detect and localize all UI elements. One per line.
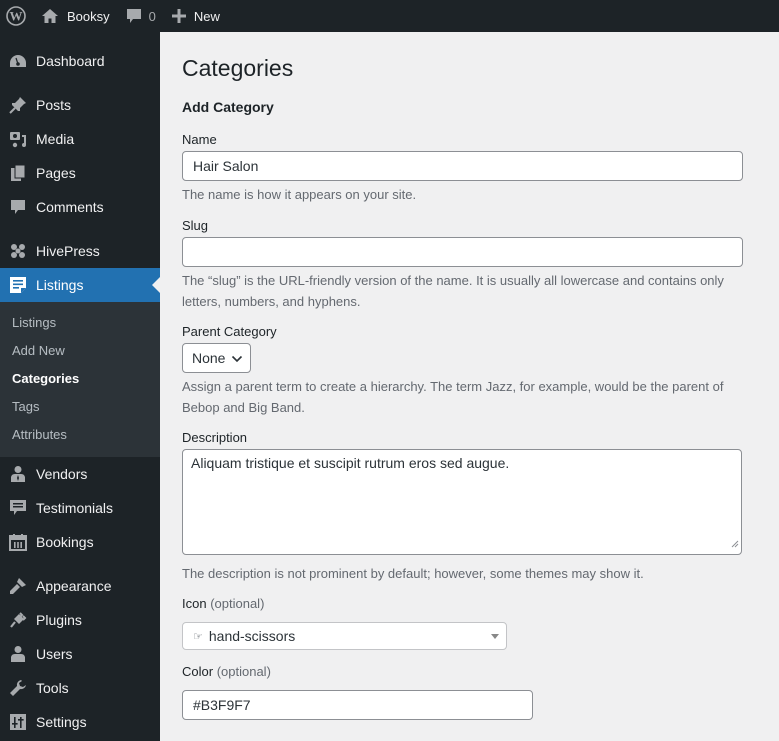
sidebar-item-listings[interactable]: Listings: [0, 268, 160, 302]
description-label: Description: [182, 430, 248, 445]
submenu-item-attributes[interactable]: Attributes: [0, 421, 160, 449]
parent-category-field-group: Parent Category None Assign a parent ter…: [182, 324, 779, 418]
color-input[interactable]: #B3F9F7: [182, 690, 533, 720]
wordpress-logo-icon: W: [6, 6, 26, 26]
submenu-item-tags[interactable]: Tags: [0, 393, 160, 421]
name-label: Name: [182, 132, 217, 147]
main-content: Categories Add Category Name Hair Salon …: [160, 32, 779, 741]
settings-sliders-icon: [8, 712, 28, 732]
description-help: The description is not prominent by defa…: [182, 566, 644, 581]
icon-label: Icon (optional): [182, 596, 265, 611]
listings-submenu: Listings Add New Categories Tags Attribu…: [0, 302, 160, 457]
color-label: Color (optional): [182, 664, 271, 679]
slug-field-group: Slug The “slug” is the URL-friendly vers…: [182, 218, 779, 312]
users-icon: [8, 644, 28, 664]
sidebar-item-comments[interactable]: Comments: [0, 190, 160, 224]
sidebar-item-label: Listings: [36, 277, 84, 293]
svg-text:W: W: [10, 9, 23, 24]
current-menu-arrow: [152, 277, 160, 293]
hand-scissors-icon: ☞: [193, 630, 203, 643]
sidebar-item-posts[interactable]: Posts: [0, 88, 160, 122]
sidebar-item-label: Vendors: [36, 466, 88, 482]
icon-selected-value: hand-scissors: [208, 628, 296, 644]
admin-bar: W Booksy 0 New: [0, 0, 779, 32]
parent-category-description: Assign a parent term to create a hierarc…: [182, 379, 724, 415]
resize-grip-icon[interactable]: [731, 535, 739, 552]
wordpress-logo-button[interactable]: W: [0, 0, 33, 32]
sidebar-item-label: Plugins: [36, 612, 82, 628]
name-field-group: Name Hair Salon The name is how it appea…: [182, 132, 779, 205]
submenu-item-categories[interactable]: Categories: [0, 365, 160, 393]
description-text: Aliquam tristique et suscipit rutrum ero…: [191, 455, 510, 471]
add-category-heading: Add Category: [182, 99, 274, 115]
parent-category-selected: None: [192, 350, 226, 366]
sidebar-item-label: Users: [36, 646, 73, 662]
listing-document-icon: [8, 275, 28, 295]
sidebar-item-label: Testimonials: [36, 500, 114, 516]
sidebar-item-pages[interactable]: Pages: [0, 156, 160, 190]
site-name-link[interactable]: Booksy: [33, 0, 118, 32]
plug-icon: [8, 610, 28, 630]
new-label: New: [193, 8, 220, 24]
sidebar-item-label: Media: [36, 131, 75, 147]
comments-count: 0: [148, 8, 156, 24]
sidebar-item-testimonials[interactable]: Testimonials: [0, 491, 160, 525]
comments-link[interactable]: 0: [118, 0, 164, 32]
slug-input[interactable]: [182, 237, 743, 267]
sidebar-item-users[interactable]: Users: [0, 637, 160, 671]
parent-category-select[interactable]: None: [182, 343, 251, 373]
sidebar-item-bookings[interactable]: Bookings: [0, 525, 160, 559]
site-name: Booksy: [67, 8, 110, 24]
sidebar-item-label: Tools: [36, 680, 69, 696]
sidebar-item-label: Bookings: [36, 534, 94, 550]
sidebar-item-appearance[interactable]: Appearance: [0, 569, 160, 603]
sidebar-item-vendors[interactable]: Vendors: [0, 457, 160, 491]
name-description: The name is how it appears on your site.: [182, 187, 417, 202]
sidebar-item-media[interactable]: Media: [0, 122, 160, 156]
color-field-group: Color (optional) #B3F9F7: [182, 664, 779, 720]
comment-bubble-icon: [126, 8, 149, 24]
hivepress-icon: [8, 241, 28, 261]
home-icon: [41, 8, 67, 24]
sidebar-item-plugins[interactable]: Plugins: [0, 603, 160, 637]
description-field-group: Description Aliquam tristique et suscipi…: [182, 430, 779, 584]
page-title: Categories: [182, 55, 294, 81]
new-content-button[interactable]: New: [164, 0, 228, 32]
name-input[interactable]: Hair Salon: [182, 151, 743, 181]
sidebar-item-label: Comments: [36, 199, 104, 215]
testimonial-icon: [8, 498, 28, 518]
submenu-item-add-new[interactable]: Add New: [0, 337, 160, 365]
slug-description: The “slug” is the URL-friendly version o…: [182, 273, 724, 309]
paintbrush-icon: [8, 576, 28, 596]
sidebar-item-tools[interactable]: Tools: [0, 671, 160, 705]
sidebar-item-label: Settings: [36, 714, 87, 730]
chevron-down-icon: [225, 350, 243, 366]
icon-field-group: Icon (optional) ☞ hand-scissors: [182, 596, 779, 650]
slug-label: Slug: [182, 218, 209, 233]
sidebar-item-dashboard[interactable]: Dashboard: [0, 44, 160, 78]
description-textarea[interactable]: Aliquam tristique et suscipit rutrum ero…: [182, 449, 742, 555]
sidebar-item-label: Dashboard: [36, 53, 105, 69]
vendor-user-icon: [8, 464, 28, 484]
sidebar-item-label: HivePress: [36, 243, 100, 259]
parent-category-label: Parent Category: [182, 324, 277, 339]
pages-icon: [8, 163, 28, 183]
pushpin-icon: [8, 95, 28, 115]
wrench-icon: [8, 678, 28, 698]
sidebar-item-label: Pages: [36, 165, 76, 181]
sidebar-item-hivepress[interactable]: HivePress: [0, 234, 160, 268]
plus-icon: [171, 9, 194, 23]
media-icon: [8, 129, 28, 149]
sidebar-item-label: Posts: [36, 97, 72, 113]
comment-icon: [8, 197, 28, 217]
icon-select[interactable]: ☞ hand-scissors: [182, 622, 507, 650]
caret-down-icon: [491, 634, 499, 639]
submenu-item-listings[interactable]: Listings: [0, 309, 160, 337]
dashboard-gauge-icon: [8, 51, 28, 71]
sidebar-item-settings[interactable]: Settings: [0, 705, 160, 739]
admin-sidebar: Dashboard Posts Media Pages Comments Hiv…: [0, 32, 160, 741]
sidebar-item-label: Appearance: [36, 578, 112, 594]
calendar-icon: [8, 532, 28, 552]
